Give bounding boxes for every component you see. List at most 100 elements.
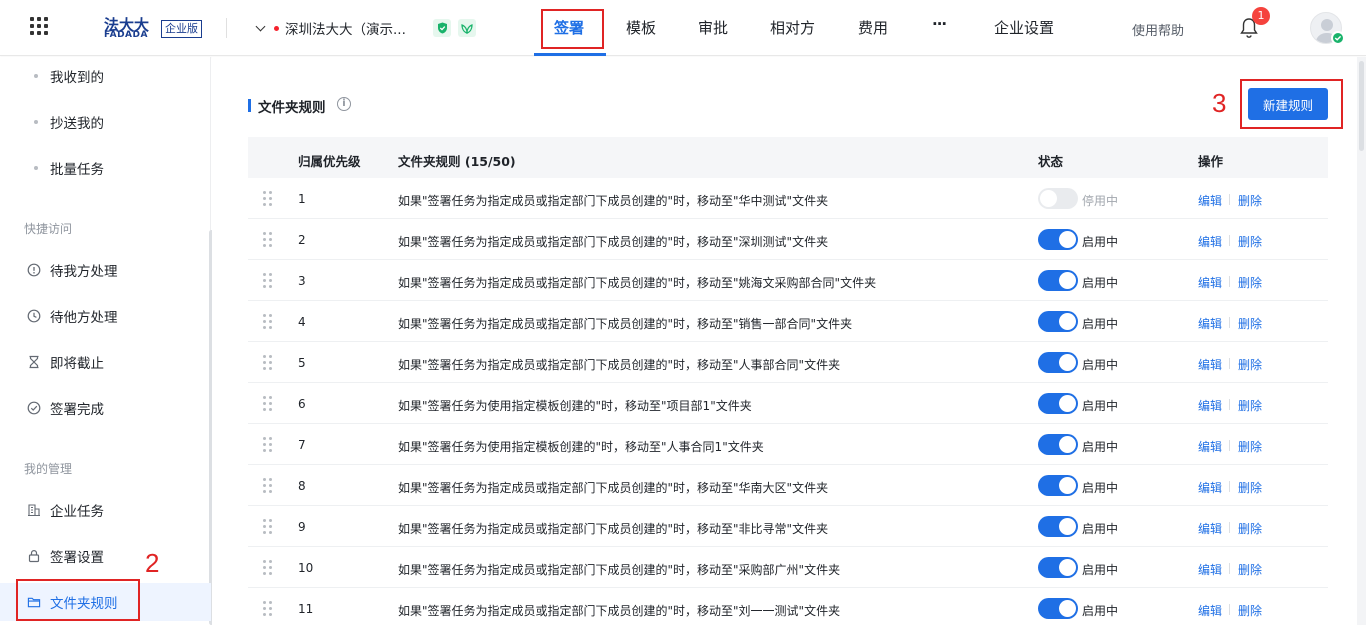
help-link[interactable]: 使用帮助 bbox=[1132, 20, 1184, 39]
scrollbar-thumb[interactable] bbox=[1359, 61, 1364, 151]
status-toggle[interactable] bbox=[1038, 188, 1078, 209]
nav-tab-enterprise-settings[interactable]: 企业设置 bbox=[994, 17, 1054, 38]
drag-handle-icon[interactable] bbox=[263, 601, 273, 617]
leaf-icon[interactable] bbox=[458, 19, 476, 37]
edit-link[interactable]: 编辑 bbox=[1198, 438, 1222, 455]
sidebar-item-batch[interactable]: 批量任务 bbox=[0, 150, 211, 186]
status-toggle[interactable] bbox=[1038, 229, 1078, 250]
action-divider bbox=[1229, 317, 1230, 328]
sidebar-item-completed[interactable]: 签署完成 bbox=[0, 390, 211, 426]
sidebar-group-manage: 我的管理 bbox=[24, 462, 73, 476]
sidebar-item-received[interactable]: 我收到的 bbox=[0, 58, 211, 94]
clock-icon bbox=[27, 309, 41, 323]
status-toggle[interactable] bbox=[1038, 352, 1078, 373]
edit-link[interactable]: 编辑 bbox=[1198, 274, 1222, 291]
chevron-down-icon bbox=[255, 21, 266, 31]
nav-tab-template[interactable]: 模板 bbox=[626, 17, 656, 38]
bullet-icon bbox=[34, 120, 38, 124]
nav-tab-fees[interactable]: 费用 bbox=[858, 17, 888, 38]
toggle-knob bbox=[1059, 559, 1076, 576]
table-row: 7 如果"签署任务为使用指定模板创建的"时，移动至"人事合同1"文件夹 启用中 编辑删… bbox=[248, 424, 1328, 465]
header-divider bbox=[226, 18, 227, 38]
delete-link[interactable]: 删除 bbox=[1238, 274, 1262, 291]
edit-link[interactable]: 编辑 bbox=[1198, 233, 1222, 250]
edit-link[interactable]: 编辑 bbox=[1198, 561, 1222, 578]
toggle-knob bbox=[1059, 436, 1076, 453]
company-switcher[interactable]: 深圳法大大（演示... bbox=[255, 18, 406, 38]
action-divider bbox=[1229, 481, 1230, 492]
sidebar-item-pending-others[interactable]: 待他方处理 bbox=[0, 298, 211, 334]
sidebar-item-due-soon[interactable]: 即将截止 bbox=[0, 344, 211, 380]
nav-tab-approval[interactable]: 审批 bbox=[698, 17, 728, 38]
sidebar-group-quick: 快捷访问 bbox=[24, 222, 73, 236]
status-toggle[interactable] bbox=[1038, 311, 1078, 332]
action-divider bbox=[1229, 399, 1230, 410]
table-row: 9 如果"签署任务为指定成员或指定部门下成员创建的"时，移动至"非比寻常"文件夹 启… bbox=[248, 506, 1328, 547]
drag-handle-icon[interactable] bbox=[263, 273, 273, 289]
status-toggle[interactable] bbox=[1038, 270, 1078, 291]
status-text: 启用中 bbox=[1082, 276, 1119, 290]
drag-handle-icon[interactable] bbox=[263, 232, 273, 248]
edit-link[interactable]: 编辑 bbox=[1198, 356, 1222, 373]
rule-cell: 如果"签署任务为指定成员或指定部门下成员创建的"时，移动至"刘一一测试"文件夹 bbox=[398, 604, 841, 618]
shield-check-icon[interactable] bbox=[433, 19, 451, 37]
nav-more-icon[interactable]: ··· bbox=[932, 15, 947, 33]
status-toggle[interactable] bbox=[1038, 475, 1078, 496]
action-divider bbox=[1229, 604, 1230, 615]
delete-link[interactable]: 删除 bbox=[1238, 520, 1262, 537]
drag-handle-icon[interactable] bbox=[263, 519, 273, 535]
sidebar-item-label: 签署设置 bbox=[50, 550, 104, 566]
edit-link[interactable]: 编辑 bbox=[1198, 479, 1222, 496]
drag-handle-icon[interactable] bbox=[263, 437, 273, 453]
table-row: 4 如果"签署任务为指定成员或指定部门下成员创建的"时，移动至"销售一部合同"文件… bbox=[248, 301, 1328, 342]
status-text: 启用中 bbox=[1082, 399, 1119, 413]
edit-link[interactable]: 编辑 bbox=[1198, 520, 1222, 537]
status-toggle[interactable] bbox=[1038, 516, 1078, 537]
drag-handle-icon[interactable] bbox=[263, 396, 273, 412]
building-icon bbox=[27, 503, 41, 517]
table-row: 10 如果"签署任务为指定成员或指定部门下成员创建的"时，移动至"采购部广州"文件… bbox=[248, 547, 1328, 588]
delete-link[interactable]: 删除 bbox=[1238, 438, 1262, 455]
priority-cell: 10 bbox=[298, 561, 314, 575]
nav-tab-counterparty[interactable]: 相对方 bbox=[770, 17, 815, 38]
info-icon[interactable]: i bbox=[337, 97, 351, 111]
toggle-knob bbox=[1059, 600, 1076, 617]
edit-link[interactable]: 编辑 bbox=[1198, 602, 1222, 619]
logo[interactable]: 法大大 FADADA bbox=[104, 14, 156, 42]
table-row: 3 如果"签署任务为指定成员或指定部门下成员创建的"时，移动至"姚海文采购部合同"… bbox=[248, 260, 1328, 301]
app-grid-icon[interactable] bbox=[30, 17, 50, 37]
rule-cell: 如果"签署任务为指定成员或指定部门下成员创建的"时，移动至"华中测试"文件夹 bbox=[398, 194, 829, 208]
delete-link[interactable]: 删除 bbox=[1238, 602, 1262, 619]
new-rule-button[interactable]: 新建规则 bbox=[1248, 88, 1328, 120]
status-toggle[interactable] bbox=[1038, 393, 1078, 414]
sidebar-item-pending-mine[interactable]: 待我方处理 bbox=[0, 252, 211, 288]
drag-handle-icon[interactable] bbox=[263, 355, 273, 371]
edit-link[interactable]: 编辑 bbox=[1198, 315, 1222, 332]
delete-link[interactable]: 删除 bbox=[1238, 315, 1262, 332]
nav-active-indicator bbox=[534, 53, 606, 56]
delete-link[interactable]: 删除 bbox=[1238, 479, 1262, 496]
edit-link[interactable]: 编辑 bbox=[1198, 192, 1222, 209]
delete-link[interactable]: 删除 bbox=[1238, 233, 1262, 250]
delete-link[interactable]: 删除 bbox=[1238, 561, 1262, 578]
sidebar-item-cc[interactable]: 抄送我的 bbox=[0, 104, 211, 140]
drag-handle-icon[interactable] bbox=[263, 191, 273, 207]
toggle-knob bbox=[1059, 395, 1076, 412]
status-toggle[interactable] bbox=[1038, 557, 1078, 578]
drag-handle-icon[interactable] bbox=[263, 478, 273, 494]
drag-handle-icon[interactable] bbox=[263, 560, 273, 576]
rule-cell: 如果"签署任务为指定成员或指定部门下成员创建的"时，移动至"采购部广州"文件夹 bbox=[398, 563, 841, 577]
sidebar-item-sign-settings[interactable]: 签署设置 bbox=[0, 538, 211, 574]
status-text: 启用中 bbox=[1082, 481, 1119, 495]
delete-link[interactable]: 删除 bbox=[1238, 397, 1262, 414]
delete-link[interactable]: 删除 bbox=[1238, 192, 1262, 209]
action-divider bbox=[1229, 563, 1230, 574]
sidebar-item-enterprise-tasks[interactable]: 企业任务 bbox=[0, 492, 211, 528]
edit-link[interactable]: 编辑 bbox=[1198, 397, 1222, 414]
status-toggle[interactable] bbox=[1038, 434, 1078, 455]
priority-cell: 3 bbox=[298, 274, 306, 288]
drag-handle-icon[interactable] bbox=[263, 314, 273, 330]
main-scrollbar[interactable] bbox=[1357, 57, 1366, 625]
delete-link[interactable]: 删除 bbox=[1238, 356, 1262, 373]
status-toggle[interactable] bbox=[1038, 598, 1078, 619]
